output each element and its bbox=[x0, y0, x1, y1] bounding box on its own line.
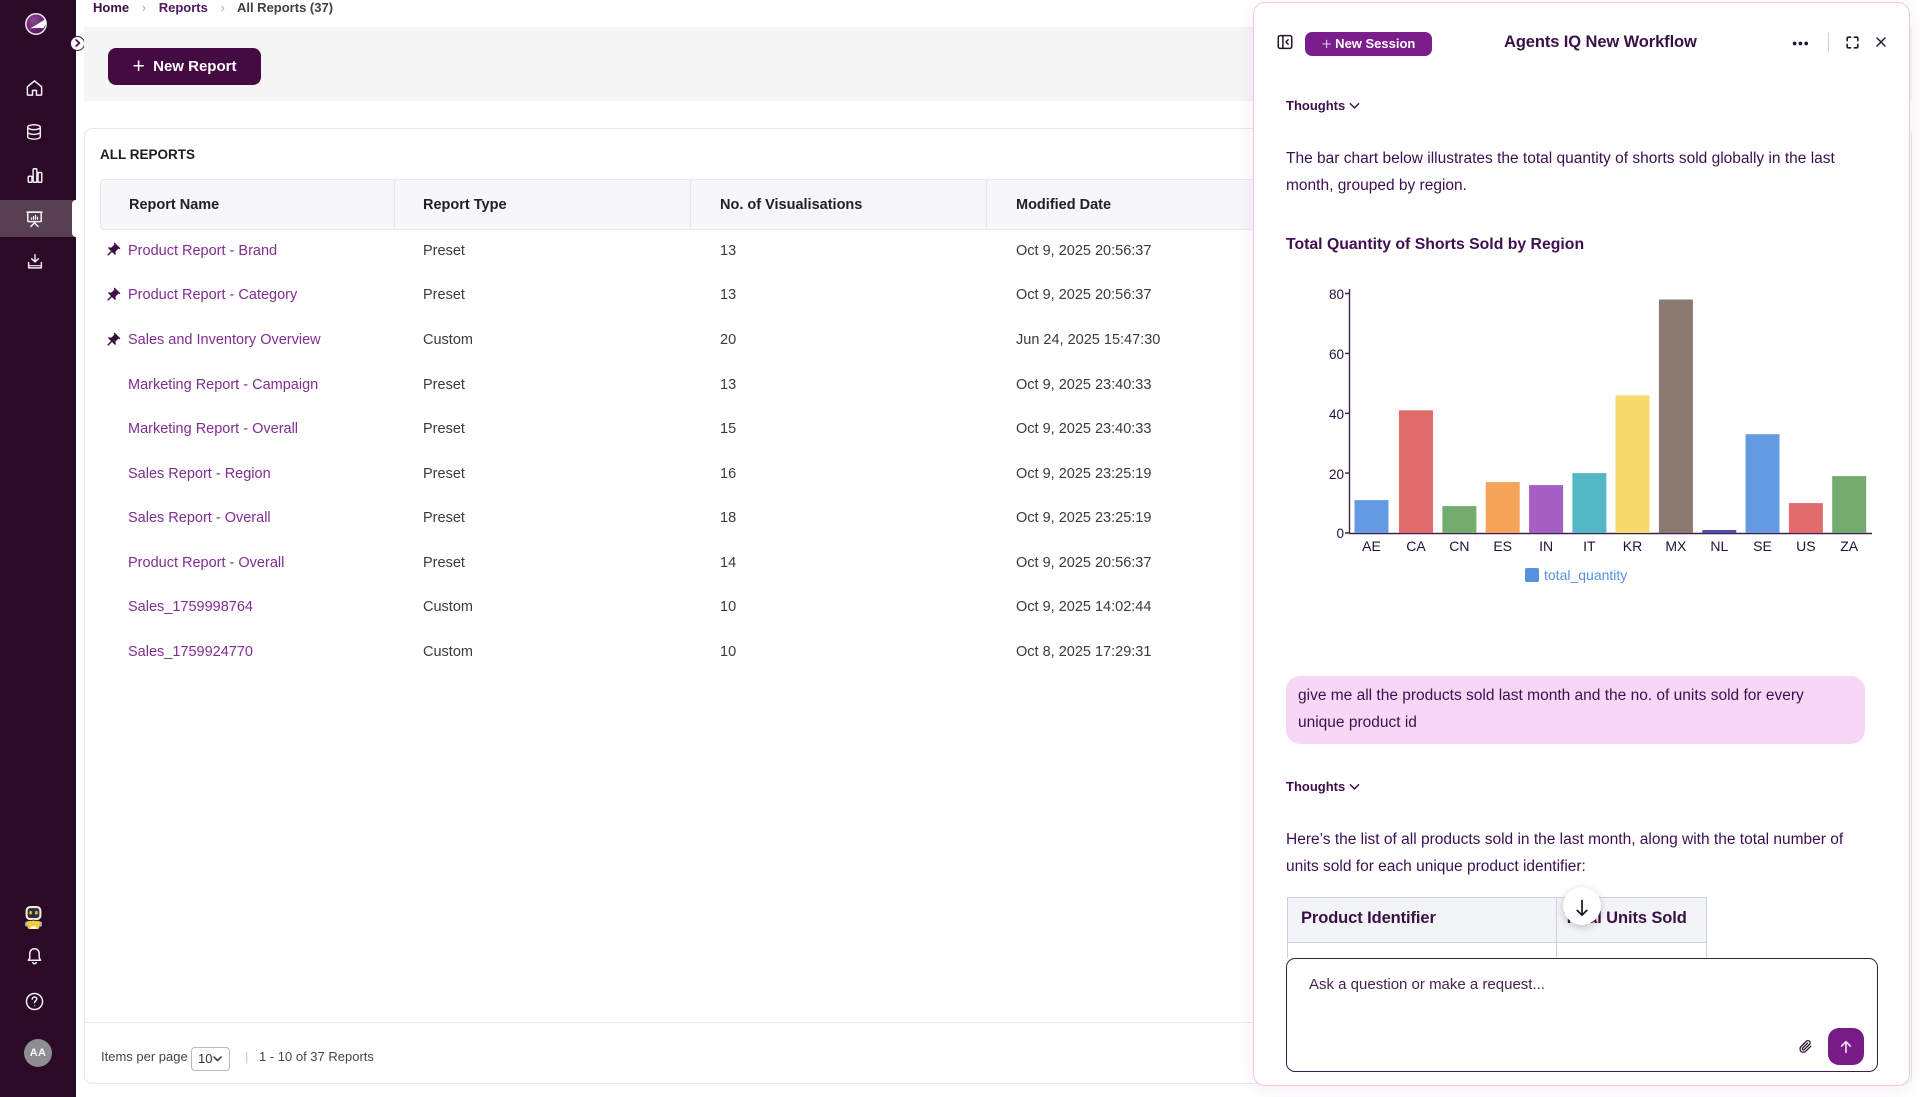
svg-text:40: 40 bbox=[1329, 407, 1344, 422]
svg-text:KR: KR bbox=[1623, 538, 1642, 554]
svg-text:CN: CN bbox=[1449, 538, 1469, 554]
svg-text:AE: AE bbox=[1362, 538, 1381, 554]
svg-text:20: 20 bbox=[1329, 467, 1344, 482]
svg-text:80: 80 bbox=[1329, 287, 1344, 302]
svg-text:IN: IN bbox=[1539, 538, 1553, 554]
svg-text:SE: SE bbox=[1753, 538, 1772, 554]
svg-text:60: 60 bbox=[1329, 347, 1344, 362]
svg-text:US: US bbox=[1796, 538, 1815, 554]
svg-text:IT: IT bbox=[1583, 538, 1596, 554]
svg-text:MX: MX bbox=[1665, 538, 1687, 554]
svg-text:CA: CA bbox=[1406, 538, 1426, 554]
svg-text:0: 0 bbox=[1336, 526, 1344, 541]
svg-text:ZA: ZA bbox=[1840, 538, 1859, 554]
svg-text:NL: NL bbox=[1710, 538, 1728, 554]
svg-text:ES: ES bbox=[1493, 538, 1512, 554]
